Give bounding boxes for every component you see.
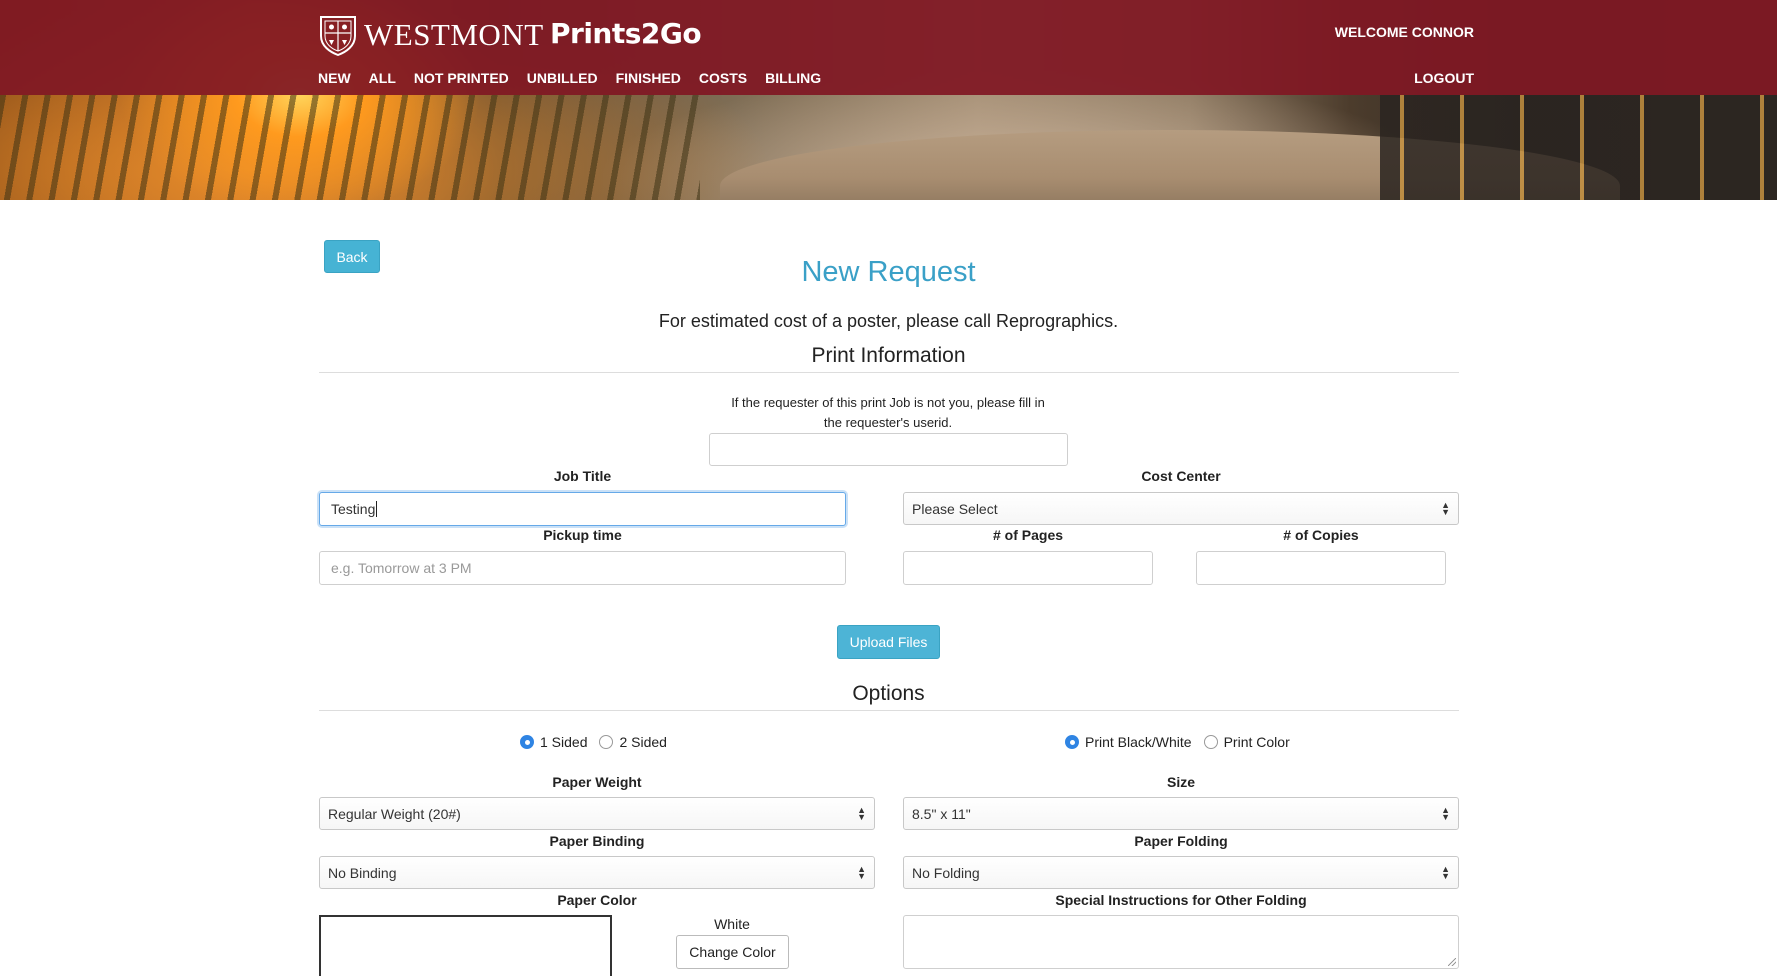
one-sided-radio[interactable] (520, 735, 534, 749)
print-mode-radio-group: Print Black/White Print Color (1065, 734, 1302, 750)
paper-weight-label: Paper Weight (552, 774, 642, 790)
nav-billing[interactable]: BILLING (765, 70, 821, 86)
pickup-time-input[interactable]: e.g. Tomorrow at 3 PM (319, 551, 846, 585)
logout-link[interactable]: LOGOUT (1414, 70, 1474, 86)
copies-label: # of Copies (1283, 527, 1359, 543)
paper-binding-value: No Binding (328, 864, 397, 881)
nav-all[interactable]: ALL (369, 70, 396, 86)
hero-trees (0, 95, 700, 200)
print-color-label[interactable]: Print Color (1224, 734, 1290, 750)
size-select[interactable]: 8.5" x 11" ▲ ▼ (903, 797, 1459, 830)
special-instructions-label: Special Instructions for Other Folding (1055, 892, 1307, 908)
job-title-label: Job Title (553, 468, 612, 484)
select-arrows-icon: ▲ ▼ (857, 804, 866, 822)
paper-binding-label: Paper Binding (549, 833, 645, 849)
cost-center-value: Please Select (912, 500, 998, 517)
options-heading: Options (852, 682, 925, 705)
app-name[interactable]: Prints2Go (550, 17, 702, 50)
paper-folding-select[interactable]: No Folding ▲ ▼ (903, 856, 1459, 889)
paper-weight-value: Regular Weight (20#) (328, 805, 461, 822)
size-value: 8.5" x 11" (912, 805, 971, 822)
hero-building (1380, 95, 1777, 200)
paper-folding-value: No Folding (912, 864, 980, 881)
cost-center-label: Cost Center (1141, 468, 1221, 484)
paper-weight-select[interactable]: Regular Weight (20#) ▲ ▼ (319, 797, 875, 830)
sided-radio-group: 1 Sided 2 Sided (520, 734, 679, 750)
requester-note: If the requester of this print Job is no… (688, 393, 1088, 433)
paper-color-label: Paper Color (557, 892, 637, 908)
paper-color-name: White (714, 916, 750, 932)
one-sided-label[interactable]: 1 Sided (540, 734, 587, 750)
paper-folding-label: Paper Folding (1134, 833, 1228, 849)
two-sided-label[interactable]: 2 Sided (619, 734, 666, 750)
upload-files-button[interactable]: Upload Files (837, 625, 940, 659)
subtitle: For estimated cost of a poster, please c… (658, 311, 1119, 331)
paper-binding-select[interactable]: No Binding ▲ ▼ (319, 856, 875, 889)
pickup-time-label: Pickup time (543, 527, 622, 543)
requester-userid-input[interactable] (709, 433, 1068, 466)
cost-center-select[interactable]: Please Select ▲ ▼ (903, 492, 1459, 525)
nav-unbilled[interactable]: UNBILLED (527, 70, 598, 86)
paper-color-swatch[interactable] (319, 915, 612, 976)
page-title: New Request (801, 256, 976, 288)
logo-text: WESTMONT (364, 17, 544, 52)
job-title-value: Testing (331, 501, 376, 517)
change-color-button[interactable]: Change Color (676, 935, 789, 969)
nav-finished[interactable]: FINISHED (616, 70, 681, 86)
print-information-heading: Print Information (811, 344, 966, 367)
pages-label: # of Pages (992, 527, 1064, 543)
special-instructions-textarea[interactable] (903, 915, 1459, 969)
select-arrows-icon: ▲ ▼ (1441, 499, 1450, 517)
nav-costs[interactable]: COSTS (699, 70, 747, 86)
print-bw-radio[interactable] (1065, 735, 1079, 749)
pickup-time-placeholder: e.g. Tomorrow at 3 PM (331, 560, 472, 576)
copies-input[interactable] (1196, 551, 1446, 585)
select-arrows-icon: ▲ ▼ (857, 863, 866, 881)
pages-input[interactable] (903, 551, 1153, 585)
welcome-text: WELCOME CONNOR (1334, 24, 1474, 40)
top-bar: WESTMONT Prints2Go WELCOME CONNOR NEW AL… (0, 0, 1777, 95)
nav-not-printed[interactable]: NOT PRINTED (414, 70, 509, 86)
requester-note-line1: If the requester of this print Job is no… (731, 395, 1045, 410)
job-title-input[interactable]: Testing (319, 492, 846, 526)
size-label: Size (1166, 774, 1195, 790)
select-arrows-icon: ▲ ▼ (1441, 804, 1450, 822)
print-color-radio[interactable] (1203, 735, 1218, 749)
nav-new[interactable]: NEW (318, 70, 351, 86)
shield-logo-icon (320, 16, 356, 56)
two-sided-radio[interactable] (599, 735, 614, 749)
divider (319, 372, 1459, 373)
divider (319, 710, 1459, 711)
requester-note-line2: the requester's userid. (823, 415, 953, 430)
print-bw-label[interactable]: Print Black/White (1085, 734, 1192, 750)
select-arrows-icon: ▲ ▼ (1441, 863, 1450, 881)
resize-handle-icon[interactable] (1448, 958, 1456, 966)
main-nav: NEW ALL NOT PRINTED UNBILLED FINISHED CO… (318, 70, 839, 86)
text-caret (376, 501, 378, 517)
